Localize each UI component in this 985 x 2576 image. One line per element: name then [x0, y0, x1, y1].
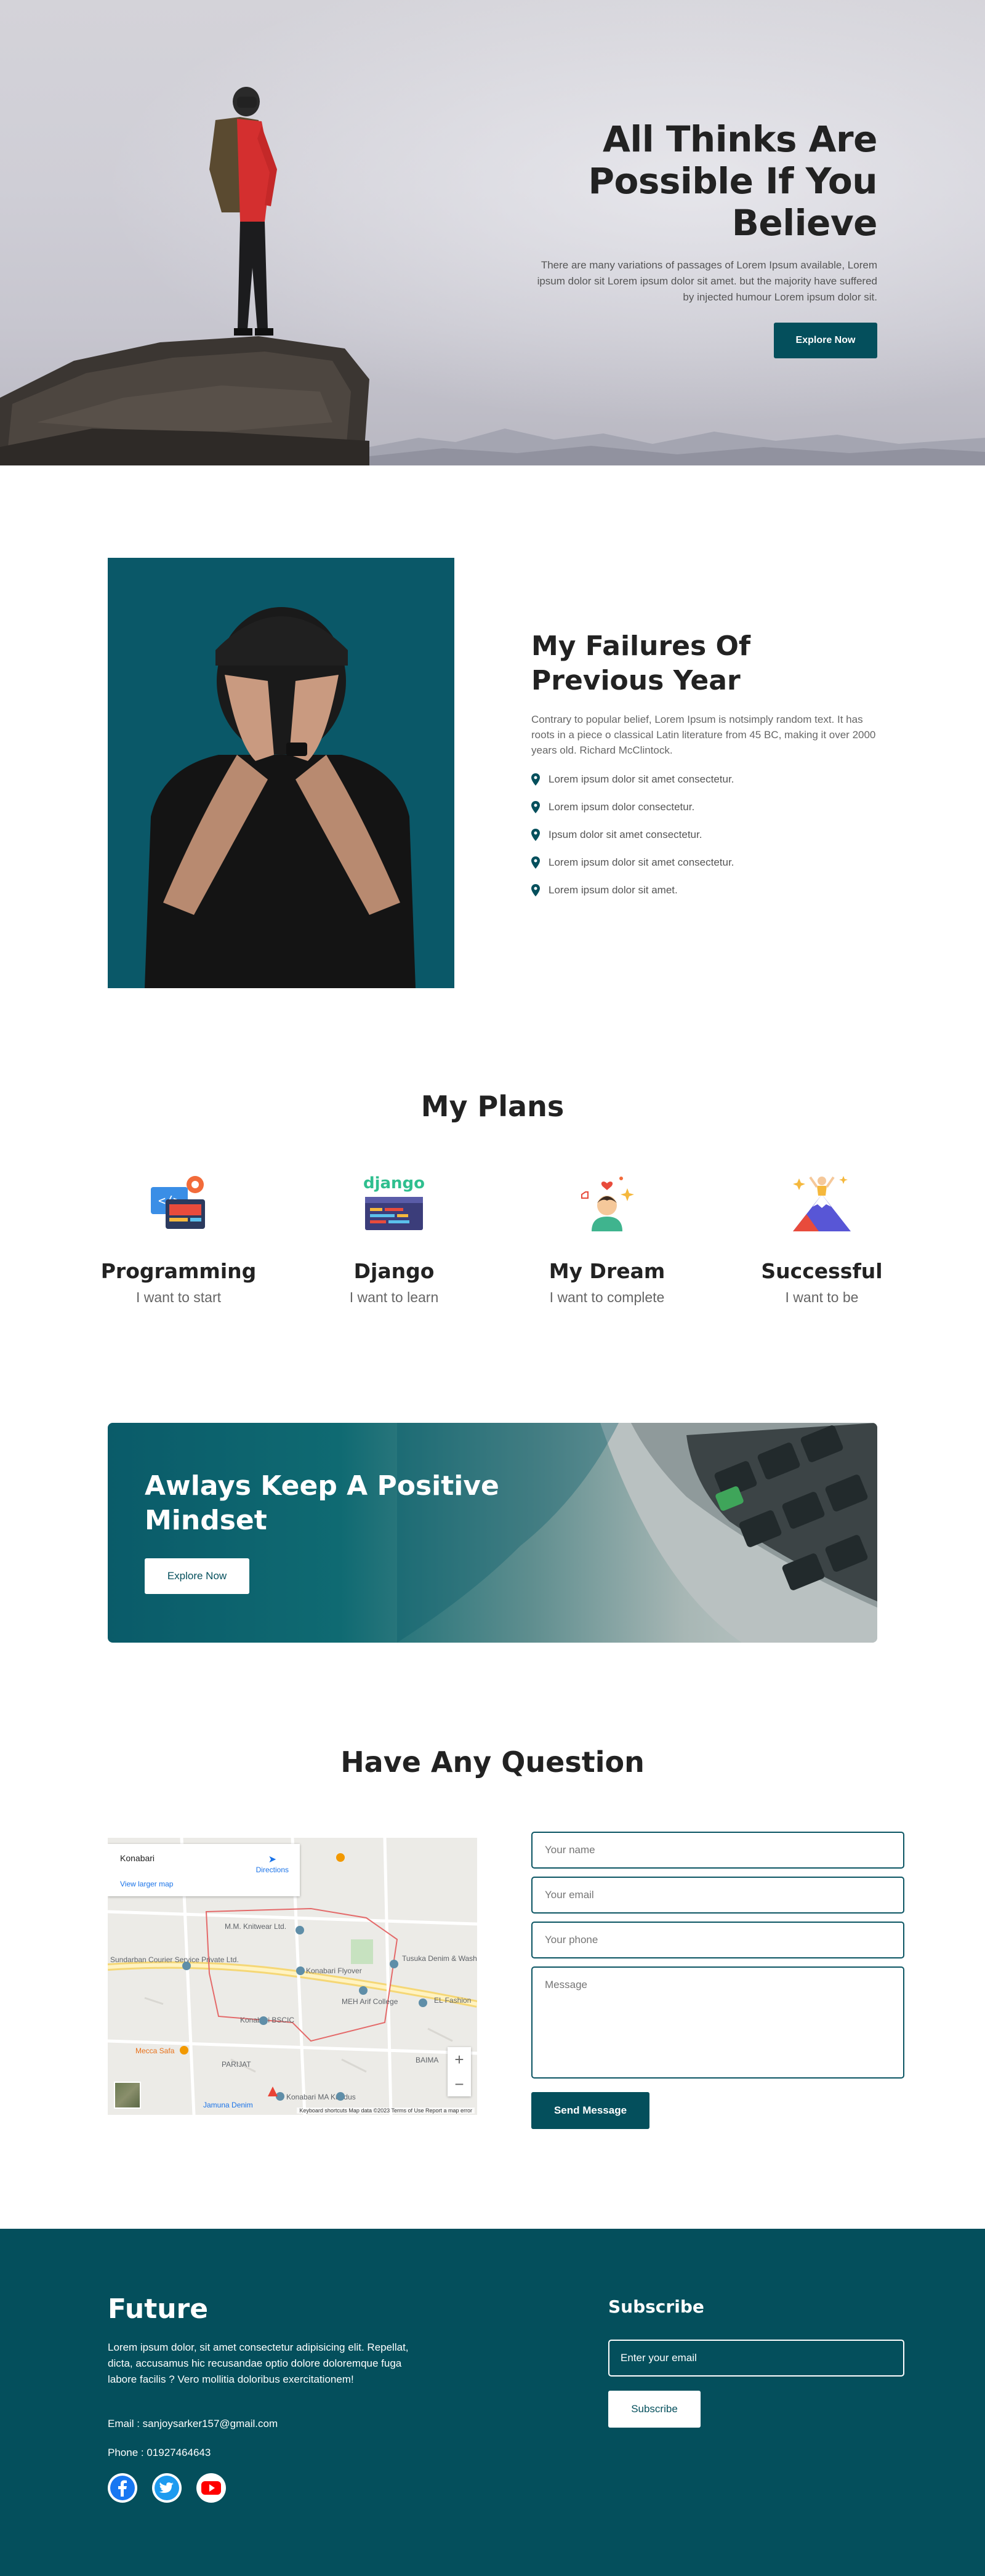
plan-card-django: django Django I want to learn: [302, 1170, 486, 1306]
footer-phone: Phone : 01927464643: [108, 2447, 211, 2458]
map-label: M.M. Knitwear Ltd.: [225, 1922, 286, 1931]
map-info-card: Konabari ➤ Directions View larger map: [108, 1844, 300, 1896]
dream-person-icon: [581, 1177, 634, 1231]
django-icon: django: [363, 1174, 425, 1230]
map-label: EL Fashion: [434, 1996, 471, 2005]
map-pin-icon: [531, 883, 540, 896]
twitter-icon[interactable]: [152, 2473, 182, 2503]
list-item-text: Lorem ipsum dolor sit amet consectetur.: [549, 773, 734, 785]
hero-text-block: All Thinks Are Possible If You Believe T…: [533, 118, 878, 358]
hero-title-line: Possible If You: [588, 160, 877, 202]
banner-title: Awlays Keep A Positive Mindset: [145, 1469, 514, 1538]
plan-name: Successful: [761, 1259, 883, 1283]
map-label: MEH Arif College: [342, 1997, 398, 2006]
plan-card-programming: </> Programming I want to start: [86, 1170, 271, 1306]
banner-explore-button[interactable]: Explore Now: [145, 1558, 249, 1594]
contact-form: Send Message: [531, 1832, 904, 2129]
directions-icon: ➤: [268, 1854, 277, 1865]
map-label: Konabari MA Kuddus: [286, 2093, 356, 2101]
map-label: Sundarban Courier Service Private Ltd.: [110, 1955, 239, 1964]
man-covering-face-image: [108, 558, 454, 988]
plan-name: My Dream: [549, 1259, 665, 1283]
footer: Future Lorem ipsum dolor, sit amet conse…: [0, 2229, 985, 2576]
plans-title: My Plans: [420, 1090, 565, 1123]
django-logo-text: django: [363, 1174, 425, 1193]
map-directions-link[interactable]: ➤ Directions: [256, 1853, 289, 1874]
hiker-figure-image: [209, 87, 277, 336]
failures-list: Lorem ipsum dolor sit amet consectetur. …: [531, 765, 876, 904]
map-label: Konabari Flyover: [306, 1966, 362, 1975]
list-item: Lorem ipsum dolor sit amet.: [531, 876, 876, 904]
embedded-map[interactable]: M.M. Knitwear Ltd. Sundarban Courier Ser…: [108, 1838, 477, 2115]
phone-field[interactable]: [531, 1922, 904, 1958]
hero-title: All Thinks Are Possible If You Believe: [533, 118, 877, 244]
plan-card-dream: My Dream I want to complete: [515, 1170, 699, 1306]
message-field[interactable]: [531, 1966, 904, 2079]
plan-subtitle: I want to learn: [349, 1289, 439, 1305]
footer-description: Lorem ipsum dolor, sit amet consectetur …: [108, 2341, 409, 2385]
social-links: [108, 2473, 226, 2503]
mindset-banner: Awlays Keep A Positive Mindset Explore N…: [108, 1423, 877, 1643]
hero-title-line: All Thinks Are: [603, 118, 877, 160]
map-pin-icon: [531, 773, 540, 786]
map-pin-icon: [531, 800, 540, 813]
footer-brand: Future: [108, 2293, 209, 2325]
list-item-text: Lorem ipsum dolor sit amet.: [549, 883, 678, 896]
zoom-out-button[interactable]: −: [448, 2072, 471, 2096]
map-pin-icon: [531, 828, 540, 841]
hero-description: There are many variations of passages of…: [537, 259, 877, 303]
subscribe-email-input[interactable]: [608, 2340, 904, 2377]
subscribe-title: Subscribe: [608, 2296, 704, 2317]
list-item-text: Lorem ipsum dolor consectetur.: [549, 800, 695, 813]
plan-subtitle: I want to complete: [549, 1289, 665, 1305]
list-item: Lorem ipsum dolor sit amet consectetur.: [531, 848, 876, 876]
failures-title-line: My Failures Of: [531, 630, 751, 662]
map-place-name: Konabari: [120, 1853, 155, 1863]
map-label: PARIJAT: [222, 2060, 251, 2069]
failures-description: Contrary to popular belief, Lorem Ipsum …: [531, 714, 876, 756]
map-label: Jamuna Denim: [203, 2101, 253, 2109]
failures-text-block: My Failures Of Previous Year Contrary to…: [531, 629, 876, 904]
plan-name: Programming: [100, 1259, 257, 1283]
youtube-icon[interactable]: [196, 2473, 226, 2503]
map-larger-link[interactable]: View larger map: [120, 1880, 173, 1888]
map-directions-label: Directions: [255, 1866, 289, 1874]
distant-mountains-image: [369, 429, 985, 465]
plan-name: Django: [353, 1259, 435, 1283]
banner-title-line: Mindset: [145, 1505, 267, 1536]
email-field[interactable]: [531, 1877, 904, 1914]
banner-title-line: Awlays Keep A Positive: [145, 1470, 499, 1502]
map-attribution: Keyboard shortcuts Map data ©2023 Terms …: [297, 2107, 475, 2114]
map-label: Mecca Safa: [135, 2047, 175, 2055]
plan-card-successful: Successful I want to be: [730, 1170, 914, 1306]
failures-title: My Failures Of Previous Year: [531, 629, 876, 698]
zoom-in-button[interactable]: +: [448, 2047, 471, 2072]
code-window-icon: </>: [151, 1176, 205, 1229]
map-label: BAIMA: [416, 2056, 438, 2064]
list-item: Lorem ipsum dolor consectetur.: [531, 793, 876, 821]
list-item: Ipsum dolor sit amet consectetur.: [531, 821, 876, 848]
map-label: Tusuka Denim & Washing Ltd: [402, 1954, 477, 1963]
list-item-text: Ipsum dolor sit amet consectetur.: [549, 828, 702, 840]
list-item: Lorem ipsum dolor sit amet consectetur.: [531, 765, 876, 793]
failures-title-line: Previous Year: [531, 665, 741, 696]
hero-title-line: Believe: [731, 202, 878, 244]
send-message-button[interactable]: Send Message: [531, 2092, 649, 2129]
subscribe-button[interactable]: Subscribe: [608, 2391, 701, 2428]
mountain-summit-icon: [793, 1176, 851, 1231]
list-item-text: Lorem ipsum dolor sit amet consectetur.: [549, 856, 734, 868]
hero-explore-button[interactable]: Explore Now: [774, 323, 877, 358]
hero-section: All Thinks Are Possible If You Believe T…: [0, 0, 985, 465]
map-satellite-toggle[interactable]: [114, 2082, 141, 2109]
plan-subtitle: I want to be: [785, 1289, 859, 1305]
footer-email: Email : sanjoysarker157@gmail.com: [108, 2418, 278, 2429]
map-pin-icon: [531, 856, 540, 869]
map-zoom-control: + −: [448, 2047, 471, 2096]
plan-subtitle: I want to start: [135, 1289, 222, 1305]
question-title: Have Any Question: [340, 1745, 645, 1779]
name-field[interactable]: [531, 1832, 904, 1869]
facebook-icon[interactable]: [108, 2473, 137, 2503]
